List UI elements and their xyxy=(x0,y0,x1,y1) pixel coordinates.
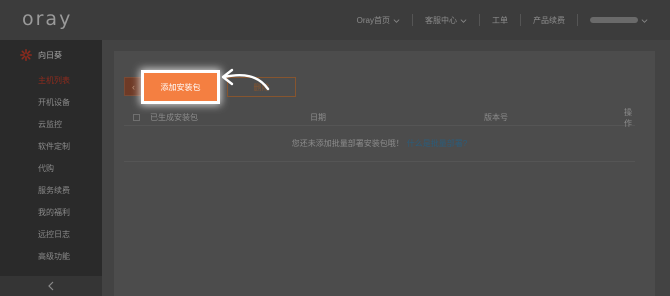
sidebar-item-boot-devices[interactable]: 开机设备 xyxy=(0,92,102,114)
sidebar-item-service-renewal[interactable]: 服务续费 xyxy=(0,180,102,202)
sidebar-item-host-list[interactable]: 主机列表 xyxy=(0,70,102,92)
user-menu[interactable] xyxy=(577,14,670,26)
chevron-down-icon xyxy=(460,18,467,23)
nav-tickets-label: 工单 xyxy=(492,15,508,25)
nav-service-center-label: 客服中心 xyxy=(425,15,457,25)
top-header: oray Oray首页 客服中心 工单 产品续费 xyxy=(0,0,670,40)
table-header: 已生成安装包 日期 版本号 操作 xyxy=(124,107,635,128)
what-is-batch-deploy-link[interactable]: 什么是批量部署? xyxy=(407,138,467,149)
sidebar-collapse-button[interactable] xyxy=(0,276,102,296)
main-content: ‹ 添加安装包 删除 已生成安装包 日期 版本号 操作 您还未添加批量部署安装包… xyxy=(102,40,670,296)
nav-oray-home-label: Oray首页 xyxy=(356,15,390,25)
column-header-actions: 操作 xyxy=(624,107,632,128)
select-all-checkbox[interactable] xyxy=(133,114,140,121)
empty-state-text: 您还未添加批量部署安装包哦！ xyxy=(291,139,404,148)
column-header-version: 版本号 xyxy=(484,113,508,122)
sidebar-item-my-benefits[interactable]: 我的福利 xyxy=(0,202,102,224)
nav-service-center[interactable]: 客服中心 xyxy=(412,14,479,26)
add-package-button[interactable]: 添加安装包 xyxy=(144,73,217,101)
user-name-redacted xyxy=(590,17,638,23)
chevron-down-icon xyxy=(641,18,648,23)
column-header-package: 已生成安装包 xyxy=(150,113,198,122)
pointer-arrow-annotation xyxy=(221,68,270,91)
sidebar-item-remote-logs[interactable]: 远控日志 xyxy=(0,224,102,246)
sunflower-icon xyxy=(20,49,32,61)
sidebar-item-advanced[interactable]: 高级功能 xyxy=(0,246,102,268)
chevron-down-icon xyxy=(393,18,400,23)
back-button[interactable]: ‹ xyxy=(124,77,143,96)
sidebar-item-purchase[interactable]: 代购 xyxy=(0,158,102,180)
nav-oray-home[interactable]: Oray首页 xyxy=(345,14,412,26)
sidebar-item-cloud-monitor[interactable]: 云监控 xyxy=(0,114,102,136)
sidebar-product-label: 向日葵 xyxy=(38,50,62,60)
oray-logo[interactable]: oray xyxy=(22,8,72,30)
sidebar-product-header[interactable]: 向日葵 xyxy=(0,40,102,70)
nav-renewal[interactable]: 产品续费 xyxy=(520,14,577,26)
empty-state-row: 您还未添加批量部署安装包哦！ 什么是批量部署? xyxy=(124,126,635,162)
chevron-left-icon xyxy=(48,281,54,291)
sidebar: 向日葵 主机列表 开机设备 云监控 软件定制 代购 服务续费 我的福利 远控日志… xyxy=(0,40,102,296)
sidebar-item-software-custom[interactable]: 软件定制 xyxy=(0,136,102,158)
column-header-date: 日期 xyxy=(310,113,326,122)
content-panel: ‹ 添加安装包 删除 已生成安装包 日期 版本号 操作 您还未添加批量部署安装包… xyxy=(114,51,655,296)
package-table: 已生成安装包 日期 版本号 操作 您还未添加批量部署安装包哦！ 什么是批量部署? xyxy=(124,107,635,162)
top-nav: Oray首页 客服中心 工单 产品续费 xyxy=(345,0,670,40)
nav-tickets[interactable]: 工单 xyxy=(479,14,520,26)
nav-renewal-label: 产品续费 xyxy=(533,15,565,25)
